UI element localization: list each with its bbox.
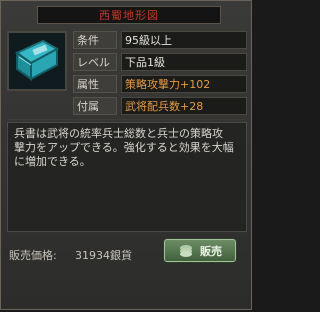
value-condition: 95級以上 bbox=[121, 31, 247, 49]
sell-price-label: 販売価格: bbox=[9, 249, 57, 262]
book-icon bbox=[9, 33, 65, 89]
row-level: レベル 下品1級 bbox=[73, 53, 247, 71]
title-bar: 西蜀地形図 bbox=[37, 6, 221, 24]
value-level: 下品1級 bbox=[121, 53, 247, 71]
divider bbox=[7, 119, 245, 120]
sell-button[interactable]: 販売 bbox=[163, 238, 237, 263]
description-line: に増加できる。 bbox=[14, 155, 91, 168]
item-tooltip-panel: 西蜀地形図 条件 95級以上 レベル 下品1級 属性 策略攻撃力+102 付属 … bbox=[0, 0, 252, 310]
sell-button-label: 販売 bbox=[200, 244, 222, 258]
row-bonus: 付属 武将配兵数+28 bbox=[73, 97, 247, 115]
description-box: 兵書は武将の統率兵士総数と兵士の策略攻 撃力をアップできる。強化すると効果を大幅… bbox=[7, 122, 247, 232]
label-bonus: 付属 bbox=[73, 97, 117, 115]
coin-stack-icon bbox=[180, 244, 192, 257]
row-attribute: 属性 策略攻撃力+102 bbox=[73, 75, 247, 93]
description-line: 撃力をアップできる。強化すると効果を大幅 bbox=[14, 141, 234, 154]
value-attribute: 策略攻撃力+102 bbox=[121, 75, 247, 93]
row-condition: 条件 95級以上 bbox=[73, 31, 247, 49]
sell-price-value: 31934銀貨 bbox=[75, 249, 132, 262]
value-bonus: 武将配兵数+28 bbox=[121, 97, 247, 115]
item-icon-frame bbox=[7, 31, 67, 91]
item-title: 西蜀地形図 bbox=[99, 9, 159, 22]
label-attribute: 属性 bbox=[73, 75, 117, 93]
label-level: レベル bbox=[73, 53, 117, 71]
description-line: 兵書は武将の統率兵士総数と兵士の策略攻 bbox=[14, 127, 223, 140]
label-condition: 条件 bbox=[73, 31, 117, 49]
